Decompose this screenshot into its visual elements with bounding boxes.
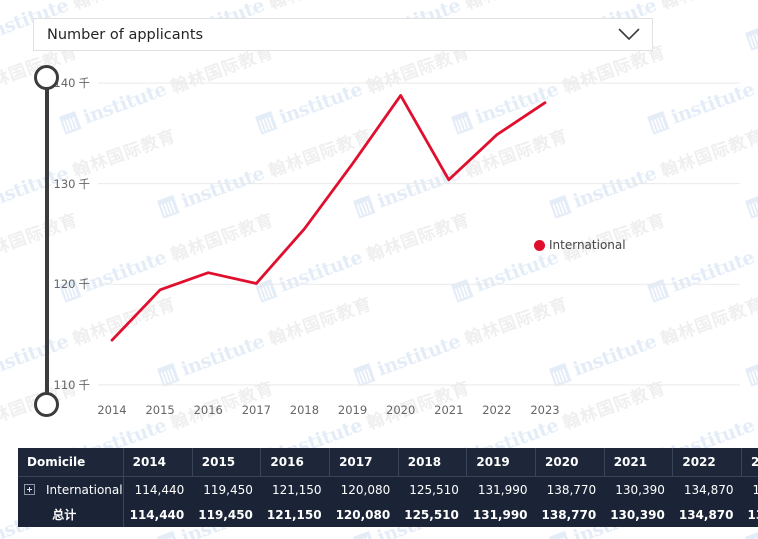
table-cell-value: 134,870 — [672, 476, 742, 502]
table-cell-value: 131,990 — [466, 476, 536, 502]
table-cell-value: 138,050 — [741, 476, 758, 502]
measure-dropdown-label: Number of applicants — [47, 26, 204, 43]
table-header-year[interactable]: 2022 — [672, 448, 742, 477]
table-row[interactable]: 总计 114,440 119,450 121,150 120,080 125,510 131… — [18, 502, 758, 527]
table-cell-value: 138,770 — [535, 476, 605, 502]
slider-track[interactable] — [45, 78, 49, 406]
table-header: Domicile 2014 2015 2016 2017 2018 2019 2020 2021… — [18, 448, 758, 477]
legend-item-label: International — [549, 238, 626, 252]
table-header-year[interactable]: 2016 — [260, 448, 331, 477]
table-cell-value: 138,050 — [741, 502, 758, 527]
table-cell-value: 114,440 — [123, 502, 193, 527]
table-cell-value: 114,440 — [123, 476, 193, 502]
table-header-domicile[interactable]: Domicile — [18, 448, 124, 477]
x-axis-tick-label: 2016 — [193, 403, 223, 417]
table-header-year[interactable]: 2020 — [535, 448, 605, 477]
table-row[interactable]: International 114,440 119,450 121,150 120,08… — [18, 476, 758, 502]
institute-logo-icon — [745, 27, 758, 51]
table-cell-value: 119,450 — [192, 502, 261, 527]
chart-legend[interactable]: International — [534, 238, 626, 252]
institute-logo-icon — [745, 531, 758, 539]
x-axis-tick-label: 2022 — [482, 403, 512, 417]
x-axis-tick-label: 2015 — [145, 403, 175, 417]
x-axis-tick-label: 2019 — [337, 403, 368, 417]
table-header-row: Domicile 2014 2015 2016 2017 2018 2019 2020 2021… — [18, 448, 758, 477]
table-row-label-cell[interactable]: International — [18, 476, 124, 502]
watermark-chinese: 翰林国际教育 — [657, 0, 758, 14]
expand-plus-icon[interactable] — [24, 484, 35, 495]
x-axis-tick-label: 2021 — [434, 403, 464, 417]
table-body: International 114,440 119,450 121,150 120,08… — [18, 476, 758, 527]
table-header-year[interactable]: 2018 — [398, 448, 468, 477]
table-cell-value: 121,150 — [260, 476, 330, 502]
x-axis-tick-label: 2017 — [241, 403, 271, 417]
table-cell-value: 138,770 — [535, 502, 605, 527]
x-axis-tick-label: 2023 — [530, 403, 560, 417]
vertical-range-slider[interactable] — [34, 62, 60, 422]
table-row-label: 总计 — [52, 508, 77, 522]
table-header-year[interactable]: 2019 — [466, 448, 537, 477]
institute-logo-icon — [157, 531, 180, 539]
table-header-year[interactable]: 2021 — [604, 448, 674, 477]
table-cell-value: 119,450 — [192, 476, 261, 502]
table-header-year[interactable]: 2023 — [741, 448, 758, 477]
line-chart: 140 千 130 千 120 千 110 千 2014 2015 2016 2017 2018 201… — [0, 55, 758, 430]
chart-series-lines — [110, 94, 547, 342]
table-cell-value: 130,390 — [604, 502, 673, 527]
chevron-down-icon[interactable] — [606, 28, 652, 41]
table-cell-value: 131,990 — [466, 502, 536, 527]
slider-handle-top[interactable] — [34, 65, 59, 90]
domicile-data-table: Domicile 2014 2015 2016 2017 2018 2019 2020 2021… — [18, 448, 758, 527]
x-axis-tick-label: 2018 — [289, 403, 320, 417]
table-cell-value: 120,080 — [329, 476, 399, 502]
circle-marker-icon — [534, 239, 545, 251]
institute-logo-icon — [549, 531, 572, 539]
slider-handle-bottom[interactable] — [34, 392, 59, 417]
watermark-chinese: 翰林国际教育 — [69, 0, 178, 14]
table-row-label-cell[interactable]: 总计 — [18, 502, 124, 527]
x-axis-tick-label: 2014 — [97, 403, 127, 417]
chart-plot-svg — [98, 82, 740, 386]
watermark-chinese: 翰林国际教育 — [265, 0, 374, 14]
watermark: institute翰林国际教育 — [744, 0, 758, 53]
table-cell-value: 130,390 — [604, 476, 673, 502]
x-axis-tick-label: 2020 — [386, 403, 416, 417]
measure-dropdown[interactable]: Number of applicants — [33, 18, 653, 51]
table-cell-value: 125,510 — [398, 476, 467, 502]
watermark-chinese: 翰林国际教育 — [461, 0, 570, 14]
table-cell-value: 121,150 — [260, 502, 330, 527]
table-header-year[interactable]: 2014 — [123, 448, 193, 477]
table-header-year[interactable]: 2017 — [329, 448, 399, 477]
table-row-label: International — [46, 482, 123, 497]
table-cell-value: 120,080 — [329, 502, 399, 527]
table-header-year[interactable]: 2015 — [192, 448, 262, 477]
institute-logo-icon — [353, 531, 376, 539]
table-cell-value: 134,870 — [672, 502, 742, 527]
table-cell-value: 125,510 — [398, 502, 467, 527]
